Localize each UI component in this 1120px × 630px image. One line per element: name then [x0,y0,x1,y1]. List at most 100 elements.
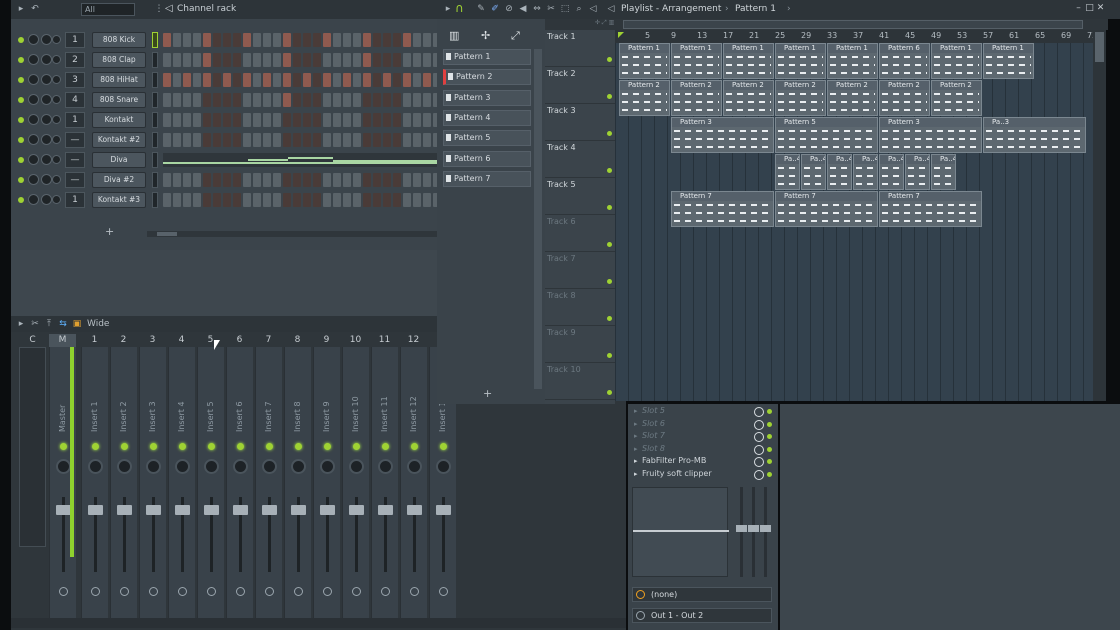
pattern-clip[interactable]: Pa..3 [983,117,1086,153]
fx-slot[interactable]: ▸ Slot 6 [632,419,774,431]
step-button[interactable] [193,133,201,147]
step-button[interactable] [193,73,201,87]
track-mute-led[interactable] [607,316,612,321]
channel-filter-select[interactable]: All [81,3,135,16]
mixer-track-header[interactable]: M [49,334,76,347]
pattern-clip[interactable]: Pattern 2 [619,80,670,116]
slice-icon[interactable]: ✂ [545,3,557,15]
step-button[interactable] [223,33,231,47]
step-button[interactable] [403,173,411,187]
step-button[interactable] [373,173,381,187]
mixer-track-number[interactable]: 2 [65,52,85,68]
step-button[interactable] [173,33,181,47]
mixer-strip-insert[interactable]: Insert 6 [226,347,253,627]
step-button[interactable] [393,33,401,47]
channel-name-button[interactable]: Kontakt #2 [92,132,146,148]
step-button[interactable] [293,93,301,107]
mixer-track-header[interactable]: 9 [313,334,340,347]
step-button[interactable] [193,173,201,187]
minimize-icon[interactable]: – [1073,3,1084,13]
channel-select[interactable] [152,192,158,208]
step-button[interactable] [163,73,171,87]
track-header[interactable]: Track 7 [545,252,615,289]
track-mute-led[interactable] [607,131,612,136]
step-button[interactable] [283,113,291,127]
step-button[interactable] [183,133,191,147]
pattern-item[interactable]: Pattern 3 [443,89,531,106]
step-button[interactable] [213,53,221,67]
step-button[interactable] [393,193,401,207]
step-button[interactable] [213,193,221,207]
step-button[interactable] [393,113,401,127]
step-button[interactable] [173,93,181,107]
mixer-route-icon[interactable]: ⇆ [57,318,69,330]
channel-select[interactable] [152,152,158,168]
step-button[interactable] [183,73,191,87]
pattern-clip[interactable]: Pattern 7 [671,191,774,227]
mixer-fader[interactable] [56,505,71,515]
pan-knob[interactable] [28,154,39,165]
pattern-clip[interactable]: Pattern 1 [931,43,982,79]
routing-icon[interactable] [265,587,274,596]
step-button[interactable] [263,173,271,187]
slot-enable-led[interactable] [767,434,772,439]
channel-row[interactable]: — Diva [11,151,446,169]
mixer-strip-insert[interactable]: Insert 3 [139,347,166,627]
mixer-fader[interactable] [320,505,335,515]
pattern-clip[interactable]: Pattern 6 [879,43,930,79]
step-button[interactable] [313,133,321,147]
mixer-strip-insert[interactable]: Insert 11 [371,347,398,627]
step-button[interactable] [373,33,381,47]
slot-mix-knob[interactable] [754,407,764,417]
pattern-clip[interactable]: Pa..4 [931,154,956,190]
volume-knob[interactable] [41,174,52,185]
channel-mute-led[interactable] [18,97,24,103]
step-button[interactable] [223,73,231,87]
track-mute-led[interactable] [607,242,612,247]
mixer-track-knob[interactable] [52,115,61,124]
channel-select[interactable] [152,32,158,48]
slot-enable-led[interactable] [767,421,772,427]
pan-knob[interactable] [28,194,39,205]
step-button[interactable] [383,73,391,87]
step-button[interactable] [413,33,421,47]
step-button[interactable] [423,33,431,47]
step-button[interactable] [323,113,331,127]
step-button[interactable] [243,133,251,147]
step-button[interactable] [333,53,341,67]
step-button[interactable] [233,133,241,147]
step-button[interactable] [313,173,321,187]
mixer-enable-led[interactable] [411,443,418,450]
step-button[interactable] [213,133,221,147]
mixer-track-knob[interactable] [52,35,61,44]
pattern-clip[interactable]: Pa..4 [905,154,930,190]
step-button[interactable] [423,133,431,147]
pattern-clip[interactable]: Pattern 2 [931,80,982,116]
track-mute-led[interactable] [607,94,612,99]
piano-icon[interactable]: ▥ [449,29,459,42]
step-button[interactable] [223,53,231,67]
mixer-track-header[interactable]: 1 [81,334,108,347]
step-button[interactable] [253,173,261,187]
step-button[interactable] [213,33,221,47]
track-header[interactable]: Track 4 [545,141,615,178]
step-button[interactable] [163,93,171,107]
mixer-fader[interactable] [146,505,161,515]
mixer-track-number[interactable]: 1 [65,112,85,128]
slot-mix-knob[interactable] [754,469,764,480]
channel-mute-led[interactable] [18,77,24,83]
channel-row[interactable]: 2 808 Clap [11,51,441,69]
step-button[interactable] [273,193,281,207]
mixer-layout-icon[interactable]: ▣ [71,318,83,330]
mixer-track-number[interactable]: 4 [65,92,85,108]
mixer-pan-knob[interactable] [349,459,364,474]
step-button[interactable] [383,173,391,187]
channel-name-button[interactable]: 808 Snare [92,92,146,108]
step-button[interactable] [333,33,341,47]
pan-knob[interactable] [28,74,39,85]
channel-row[interactable]: 1 Kontakt [11,111,441,129]
track-mute-led[interactable] [607,205,612,210]
mixer-track-header[interactable]: 3 [139,334,166,347]
volume-knob[interactable] [41,114,52,125]
channel-row[interactable]: 1 808 Kick [11,31,441,49]
